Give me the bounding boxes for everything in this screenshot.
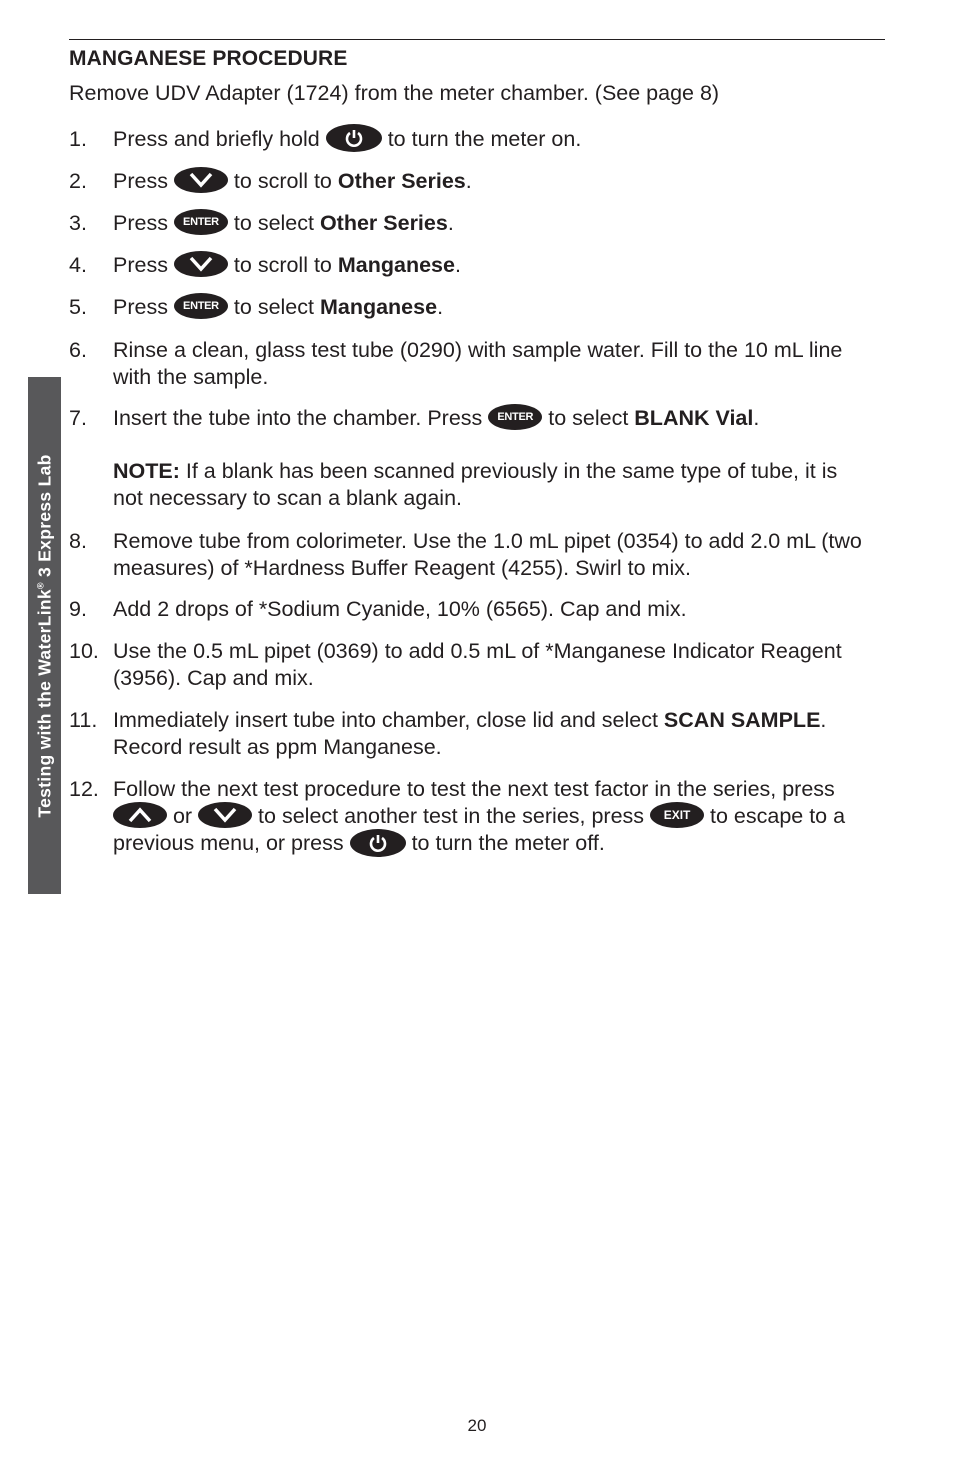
step-bold-text: Manganese [319,295,438,319]
step-text: . [454,253,461,277]
step-number: 9. [69,597,87,621]
exit-key-icon: EXIT [650,802,705,829]
step-text: to scroll to [227,253,338,277]
step-text: Press and briefly hold [113,127,326,151]
enter-key-icon: ENTER [488,404,543,431]
step-text: Add 2 drops of *Sodium Cyanide, 10% (656… [113,597,687,621]
step-text: or [167,804,199,828]
step-number: 10. [69,639,99,663]
chevron-down-icon [173,167,228,194]
step-bold-text: Manganese [337,253,455,277]
step-text: to scroll to [227,169,338,193]
step-text: . [465,169,472,193]
note-label: NOTE: [113,459,180,484]
side-tab-text: Testing with the WaterLink [34,588,54,818]
step-text: to select [227,211,320,235]
step-bold-text: BLANK Vial [634,406,754,430]
step-text: Immediately insert tube into chamber, cl… [113,708,664,732]
step-text: Rinse a clean, glass test tube (0290) wi… [113,338,843,389]
procedure-title: MANGANESE PROCEDURE [69,47,348,70]
step-text: . [753,406,760,430]
step-text: to select another test in the series, pr… [252,804,651,828]
step-text: Press [113,295,174,319]
step-text: to turn the meter off. [405,831,605,856]
step-number: 7. [69,406,87,430]
step-number: 11. [69,708,98,732]
step-text: Insert the tube into the chamber. Press [113,406,489,430]
step-text: . [447,211,454,235]
step-text: . [437,295,444,319]
step-number: 5. [69,295,87,319]
step-text: to select [542,406,635,430]
registered-mark: ® [35,581,46,589]
step-number: 3. [69,211,87,235]
step-number: 6. [69,338,87,362]
step-text: Follow the next test procedure to test t… [113,777,835,801]
step-bold-text: SCAN SAMPLE [663,708,821,732]
intro-text: Remove UDV Adapter (1724) from the meter… [69,81,720,105]
step-text: to select [227,295,320,319]
enter-key-icon: ENTER [173,293,228,320]
step-number: 2. [69,169,87,193]
side-tab-text-after: 3 Express Lab [34,453,54,582]
step-bold-text: Other Series [337,169,466,193]
side-tab-label: Testing with the WaterLink® 3 Express La… [34,454,55,817]
enter-key-icon: ENTER [173,209,228,236]
step-number: 4. [69,253,87,277]
step-bold-text: Other Series [319,211,448,235]
note-text: If a blank has been scanned previously i… [113,459,838,511]
step-number: 1. [69,127,87,151]
step-text: Press [113,211,174,235]
step-text: to turn the meter on. [381,127,582,151]
chevron-up-icon [113,802,167,829]
power-icon [325,124,382,153]
step-number: 8. [69,529,87,553]
step-text: Press [113,169,174,193]
step-text: Remove tube from colorimeter. Use the 1.… [113,529,862,580]
side-tab: Testing with the WaterLink® 3 Express La… [28,377,61,894]
chevron-down-icon [198,802,253,829]
note: NOTE: If a blank has been scanned previo… [113,458,873,512]
power-icon [349,828,406,857]
step-number: 12. [69,777,99,801]
step-text: Press [113,253,174,277]
chevron-down-icon [173,251,228,278]
step-text: Use the 0.5 mL pipet (0369) to add 0.5 m… [113,639,842,690]
page-number: 20 [467,1416,487,1435]
top-rule [69,39,885,40]
